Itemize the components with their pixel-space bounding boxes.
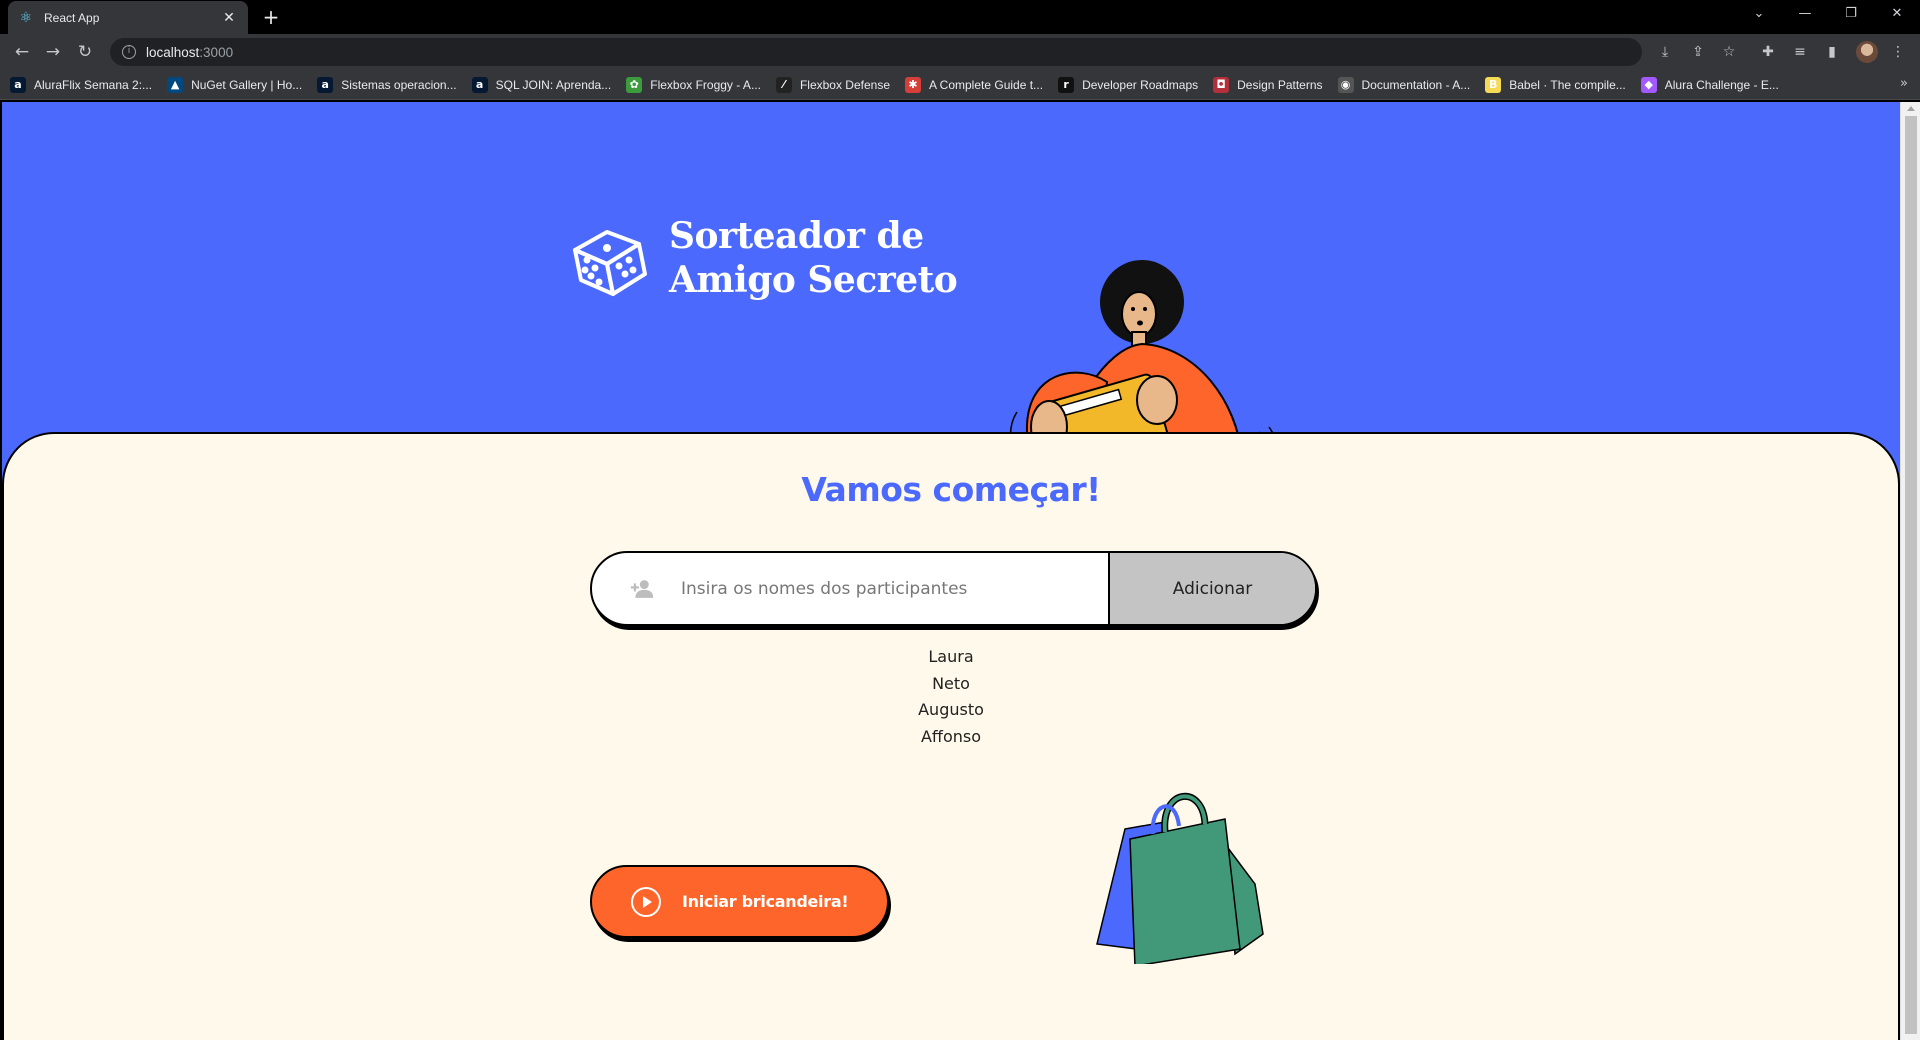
bookmark-item[interactable]: B Babel · The compile... bbox=[1485, 76, 1626, 93]
bookmark-item[interactable]: ⁄ Flexbox Defense bbox=[775, 76, 890, 93]
install-icon[interactable]: ⤓ bbox=[1655, 42, 1675, 62]
participant-item: Laura bbox=[928, 647, 974, 666]
tab-title: React App bbox=[44, 10, 100, 25]
bookmark-star-icon[interactable]: ☆ bbox=[1719, 42, 1739, 62]
participant-name-input[interactable] bbox=[681, 578, 1108, 599]
bookmark-label: AluraFlix Semana 2:... bbox=[34, 77, 153, 92]
scroll-up-arrow-icon[interactable] bbox=[1907, 106, 1915, 111]
bookmark-favicon-icon: r bbox=[1058, 76, 1075, 93]
add-button[interactable]: Adicionar bbox=[1108, 553, 1315, 624]
bookmark-favicon-icon: a bbox=[317, 76, 334, 93]
minimize-button[interactable]: — bbox=[1782, 0, 1828, 30]
reload-icon[interactable]: ↻ bbox=[73, 40, 97, 64]
bookmarks-bar: a AluraFlix Semana 2:... ▲ NuGet Gallery | … bbox=[0, 70, 1920, 100]
app-title-line1: Sorteador de bbox=[669, 215, 924, 257]
bookmark-favicon-icon: a bbox=[10, 76, 26, 93]
bookmark-favicon-icon: ⁄ bbox=[775, 76, 792, 93]
add-user-icon bbox=[630, 579, 654, 598]
bookmark-item[interactable]: a SQL JOIN: Aprenda... bbox=[471, 76, 612, 93]
bookmark-favicon-icon: ✿ bbox=[626, 76, 643, 93]
page-scrollbar[interactable] bbox=[1900, 102, 1920, 1040]
tab-search-icon[interactable]: ⌄ bbox=[1736, 0, 1782, 30]
bookmark-favicon-icon: ◆ bbox=[1640, 76, 1657, 93]
bookmark-label: A Complete Guide t... bbox=[929, 77, 1044, 92]
menu-icon[interactable]: ⋮ bbox=[1888, 42, 1908, 62]
start-game-label: Iniciar bricandeira! bbox=[682, 892, 849, 911]
site-info-icon[interactable]: i bbox=[122, 45, 136, 59]
bookmark-favicon-icon: ✱ bbox=[905, 76, 921, 93]
new-tab-button[interactable]: + bbox=[258, 4, 284, 30]
bookmark-label: NuGet Gallery | Ho... bbox=[191, 77, 303, 92]
back-icon[interactable]: ← bbox=[10, 40, 34, 64]
bookmark-favicon-icon: a bbox=[471, 76, 488, 93]
react-icon: ⚛ bbox=[19, 9, 33, 26]
bookmark-item[interactable]: ◉ Documentation - A... bbox=[1337, 76, 1471, 93]
side-panel-icon[interactable]: ▮ bbox=[1822, 42, 1842, 62]
bookmark-favicon-icon: B bbox=[1485, 76, 1502, 93]
participant-item: Augusto bbox=[918, 700, 984, 719]
media-icon[interactable]: ≡ bbox=[1790, 42, 1810, 62]
shopping-bags-illustration bbox=[1096, 793, 1264, 964]
bookmark-item[interactable]: ✿ Flexbox Froggy - A... bbox=[626, 76, 761, 93]
bookmark-item[interactable]: ▲ NuGet Gallery | Ho... bbox=[167, 76, 303, 93]
bookmark-label: Design Patterns bbox=[1237, 77, 1323, 92]
bookmark-favicon-icon: ▲ bbox=[167, 76, 184, 93]
app-title: Sorteador de Amigo Secreto bbox=[669, 214, 958, 302]
bookmark-label: Alura Challenge - E... bbox=[1664, 77, 1779, 92]
bookmark-label: Babel · The compile... bbox=[1509, 77, 1626, 92]
app-logo: Sorteador de Amigo Secreto bbox=[567, 214, 958, 302]
page-heading: Vamos começar! bbox=[801, 470, 1101, 509]
extensions-icon[interactable]: ✚ bbox=[1758, 42, 1778, 62]
close-window-button[interactable]: ✕ bbox=[1874, 0, 1920, 30]
add-participant-form: Adicionar bbox=[590, 551, 1317, 626]
tab-strip: ⚛ React App ✕ + ⌄ — ❐ ✕ bbox=[0, 0, 1920, 34]
start-game-button[interactable]: Iniciar bricandeira! bbox=[590, 865, 889, 938]
participant-field bbox=[592, 553, 1108, 624]
bookmark-label: Flexbox Defense bbox=[799, 77, 890, 92]
bookmark-label: Documentation - A... bbox=[1361, 77, 1471, 92]
bookmark-item[interactable]: r Developer Roadmaps bbox=[1058, 76, 1199, 93]
bookmark-favicon-icon: ◘ bbox=[1213, 76, 1230, 93]
bookmark-item[interactable]: ✱ A Complete Guide t... bbox=[905, 76, 1044, 93]
bookmark-item[interactable]: ◆ Alura Challenge - E... bbox=[1640, 76, 1779, 93]
play-icon bbox=[631, 886, 661, 917]
scroll-thumb[interactable] bbox=[1905, 116, 1917, 1034]
forward-icon[interactable]: → bbox=[41, 40, 65, 64]
share-icon[interactable]: ⇪ bbox=[1688, 42, 1708, 62]
bookmark-label: Developer Roadmaps bbox=[1082, 77, 1199, 92]
bookmark-label: Flexbox Froggy - A... bbox=[650, 77, 761, 92]
participant-item: Neto bbox=[932, 673, 970, 693]
bookmark-item[interactable]: ◘ Design Patterns bbox=[1213, 76, 1323, 93]
browser-tab[interactable]: ⚛ React App ✕ bbox=[8, 1, 248, 34]
bookmarks-overflow-icon[interactable]: » bbox=[1900, 76, 1908, 91]
restore-button[interactable]: ❐ bbox=[1828, 0, 1874, 30]
page-viewport: Sorteador de Amigo Secreto Vamos começar… bbox=[2, 102, 1900, 1040]
bookmark-label: Sistemas operacion... bbox=[341, 77, 457, 92]
tab-close-icon[interactable]: ✕ bbox=[220, 10, 238, 26]
participant-item: Affonso bbox=[920, 726, 982, 746]
dice-icon bbox=[573, 230, 647, 296]
bookmark-item[interactable]: a AluraFlix Semana 2:... bbox=[10, 76, 153, 93]
url-port: :3000 bbox=[199, 44, 234, 60]
bookmark-item[interactable]: a Sistemas operacion... bbox=[317, 76, 457, 93]
address-bar[interactable]: i localhost:3000 bbox=[110, 38, 1642, 66]
browser-toolbar: ← → ↻ i localhost:3000 ⤓ ⇪ ☆ ✚ ≡ ▮ ⋮ bbox=[0, 34, 1920, 70]
bookmark-favicon-icon: ◉ bbox=[1337, 76, 1354, 93]
url-host: localhost bbox=[146, 44, 200, 60]
profile-avatar[interactable] bbox=[1856, 41, 1878, 63]
app-title-line2: Amigo Secreto bbox=[669, 259, 958, 301]
bookmark-label: SQL JOIN: Aprenda... bbox=[495, 77, 612, 92]
participants-list: Laura Neto Augusto Affonso bbox=[2, 644, 1900, 750]
